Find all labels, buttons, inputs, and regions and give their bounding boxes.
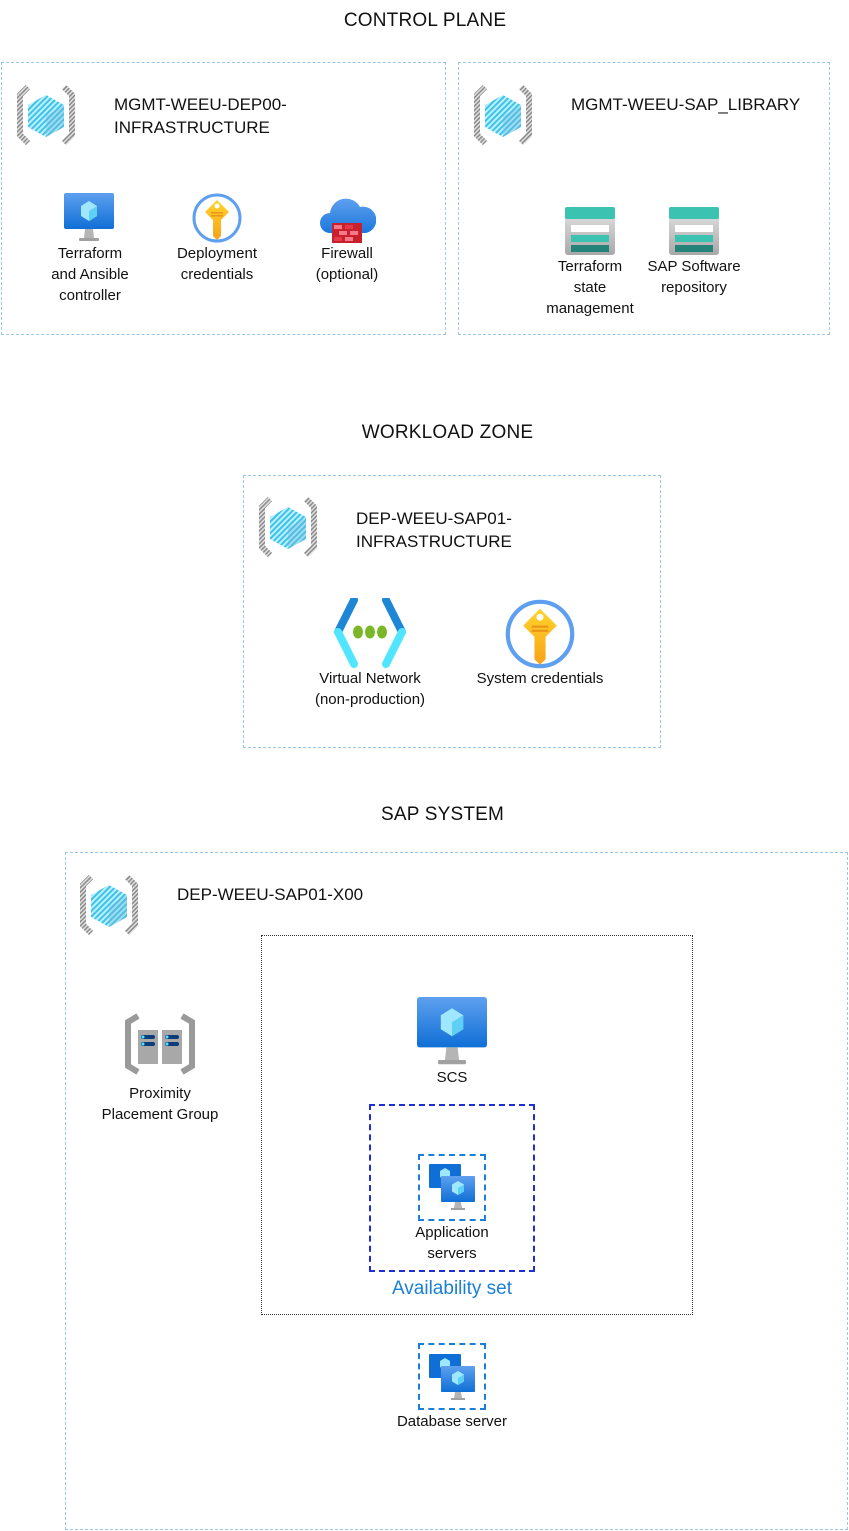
virtual-network-label: Virtual Network (non-production) bbox=[314, 670, 426, 708]
workload-zone-title: WORKLOAD ZONE bbox=[361, 422, 534, 443]
virtual-machine-icon bbox=[417, 997, 487, 1065]
terraform-state-management-label: Terraform state management bbox=[546, 258, 634, 317]
key-vault-icon bbox=[192, 193, 242, 243]
scs-label: SCS bbox=[436, 1069, 468, 1086]
vm-scale-set-icon bbox=[429, 1164, 475, 1210]
application-servers-label: Application servers bbox=[415, 1224, 489, 1262]
availability-set-label: Availability set bbox=[391, 1278, 513, 1299]
resource-group-icon bbox=[256, 495, 320, 559]
firewall-icon bbox=[320, 198, 376, 243]
virtual-network-icon bbox=[334, 598, 406, 668]
storage-account-icon bbox=[669, 207, 719, 255]
resource-group-icon bbox=[77, 873, 141, 937]
deployer-rg-name: MGMT-WEEU-DEP00- INFRASTRUCTURE bbox=[114, 95, 287, 137]
resource-group-icon bbox=[471, 83, 535, 147]
storage-account-icon bbox=[565, 207, 615, 255]
firewall-label: Firewall (optional) bbox=[315, 245, 379, 283]
resource-group-icon bbox=[14, 83, 78, 147]
database-server-label: Database server bbox=[396, 1413, 508, 1430]
proximity-placement-group-icon bbox=[125, 1013, 195, 1075]
sap-system-title: SAP SYSTEM bbox=[380, 804, 505, 825]
deployment-credentials-label: Deployment credentials bbox=[176, 245, 258, 283]
terraform-ansible-controller-label: Terraform and Ansible controller bbox=[51, 245, 129, 304]
sap-system-rg-name: DEP-WEEU-SAP01-X00 bbox=[177, 885, 364, 904]
vm-scale-set-icon bbox=[429, 1354, 475, 1400]
workload-zone-rg-name: DEP-WEEU-SAP01- INFRASTRUCTURE bbox=[356, 509, 512, 551]
system-credentials-label: System credentials bbox=[476, 670, 604, 687]
virtual-machine-icon bbox=[64, 193, 114, 241]
key-vault-icon bbox=[505, 599, 575, 669]
library-rg-name: MGMT-WEEU-SAP_LIBRARY bbox=[571, 95, 801, 114]
proximity-placement-group-label: Proximity Placement Group bbox=[101, 1085, 219, 1123]
control-plane-title: CONTROL PLANE bbox=[343, 10, 507, 31]
sap-software-repository-label: SAP Software repository bbox=[647, 258, 741, 296]
